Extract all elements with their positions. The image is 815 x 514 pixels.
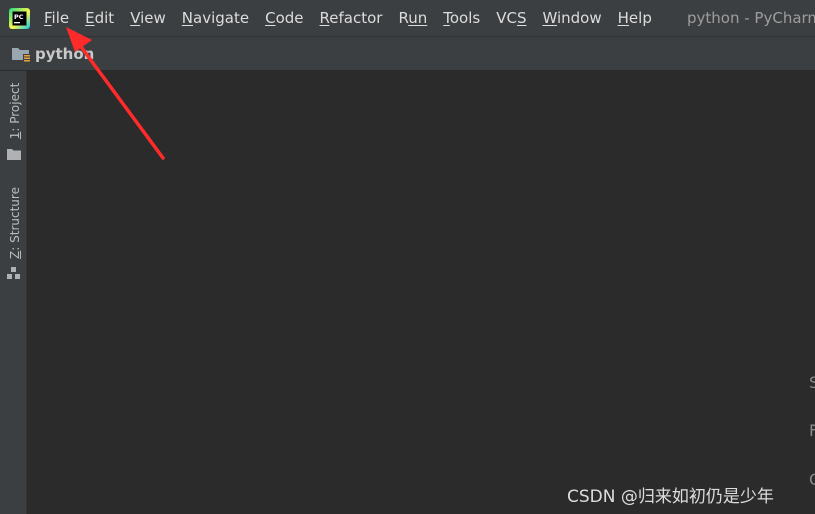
editor-hint-2: F [809,421,815,440]
menu-bar: PC File Edit View Navigate Code Refactor… [0,0,815,36]
tool-tab-structure-label: Z: Structure [8,187,22,259]
menu-tools[interactable]: Tools [443,0,480,36]
menu-navigate[interactable]: Navigate [182,0,249,36]
tool-tab-project-label: 1: Project [8,82,22,140]
menu-view[interactable]: View [130,0,166,36]
watermark-text: CSDN @归来如初仍是少年 [567,487,774,507]
window-title: python - PyCharm [687,9,815,27]
menu-file[interactable]: File [44,0,69,36]
editor-hint-1: S [809,373,815,392]
navigation-bar: python [0,36,815,71]
editor-empty-area[interactable]: S F G [27,71,815,514]
menu-refactor[interactable]: Refactor [320,0,383,36]
menu-vcs[interactable]: VCS [496,0,526,36]
breadcrumb[interactable]: python [11,37,94,71]
structure-icon [7,267,20,279]
menu-code[interactable]: Code [265,0,303,36]
menu-items: File Edit View Navigate Code Refactor Ru… [44,0,668,36]
folder-icon [7,149,21,160]
project-folder-icon [12,48,31,62]
editor-hint-3: G [809,470,815,489]
menu-edit[interactable]: Edit [85,0,114,36]
breadcrumb-label: python [35,45,95,63]
ide-window: PC File Edit View Navigate Code Refactor… [0,0,815,514]
menu-window[interactable]: Window [542,0,601,36]
pycharm-logo-icon[interactable]: PC [9,8,30,29]
svg-text:PC: PC [14,13,24,21]
menu-help[interactable]: Help [618,0,652,36]
tool-tab-project[interactable]: 1: Project [0,71,27,166]
tool-tab-structure[interactable]: Z: Structure [0,176,27,286]
left-tool-strip: 1: Project Z: Structure [0,71,27,514]
menu-run[interactable]: Run [398,0,427,36]
